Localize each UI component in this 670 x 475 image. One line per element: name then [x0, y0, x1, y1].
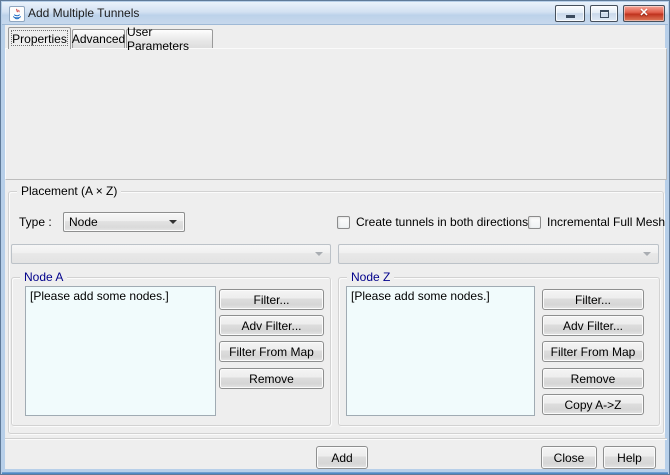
- tab-properties[interactable]: Properties: [8, 27, 71, 49]
- placement-select-a[interactable]: [11, 244, 331, 264]
- minimize-icon: [565, 15, 575, 18]
- maximize-button[interactable]: [590, 5, 618, 22]
- node-a-filter-button[interactable]: Filter...: [219, 289, 324, 310]
- java-icon: [9, 6, 25, 22]
- placement-type-select[interactable]: Node: [63, 212, 185, 232]
- minimize-button[interactable]: [555, 5, 585, 22]
- close-dialog-button[interactable]: Close: [541, 446, 597, 469]
- close-button[interactable]: ✕: [623, 5, 665, 22]
- node-z-remove-button[interactable]: Remove: [542, 368, 644, 389]
- maximize-icon: [599, 9, 609, 18]
- incremental-full-mesh-label: Incremental Full Mesh: [547, 215, 666, 229]
- add-button[interactable]: Add: [316, 446, 368, 469]
- tab-user-parameters-label: User Parameters: [127, 25, 190, 53]
- chevron-down-icon: [315, 252, 323, 256]
- incremental-full-mesh-checkbox[interactable]: [528, 216, 541, 229]
- node-z-filter-button[interactable]: Filter...: [542, 289, 644, 310]
- close-icon: ✕: [639, 7, 649, 19]
- tab-advanced-label: Advanced: [71, 32, 126, 46]
- node-a-adv-filter-button[interactable]: Adv Filter...: [219, 315, 324, 336]
- node-z-adv-filter-button[interactable]: Adv Filter...: [542, 315, 644, 336]
- node-a-remove-button[interactable]: Remove: [219, 368, 324, 389]
- title-bar[interactable]: Add Multiple Tunnels ✕: [2, 2, 668, 25]
- help-button[interactable]: Help: [603, 446, 656, 469]
- node-z-title: Node Z: [347, 270, 395, 285]
- create-both-directions-label: Create tunnels in both directions: [356, 215, 529, 229]
- placement-type-value: Node: [69, 215, 98, 229]
- node-z-filter-from-map-button[interactable]: Filter From Map: [542, 341, 644, 362]
- footer-separator: [5, 438, 667, 440]
- node-a-title: Node A: [20, 270, 68, 285]
- chevron-down-icon: [169, 220, 177, 224]
- create-both-directions-checkbox[interactable]: [337, 216, 350, 229]
- tab-advanced[interactable]: Advanced: [72, 29, 125, 48]
- add-multiple-tunnels-dialog: Add Multiple Tunnels ✕ Properties Advanc…: [0, 0, 670, 475]
- node-a-filter-from-map-button[interactable]: Filter From Map: [219, 341, 324, 362]
- window-title: Add Multiple Tunnels: [28, 6, 140, 20]
- node-a-list[interactable]: [Please add some nodes.]: [25, 286, 216, 416]
- tab-focus-ring: [11, 30, 68, 46]
- node-z-copy-az-button[interactable]: Copy A->Z: [542, 394, 644, 415]
- node-z-list[interactable]: [Please add some nodes.]: [346, 286, 535, 416]
- placement-select-z[interactable]: [338, 244, 659, 264]
- tab-user-parameters[interactable]: User Parameters: [126, 25, 213, 53]
- placement-title: Placement (A × Z): [17, 184, 122, 199]
- placement-type-label: Type :: [19, 215, 52, 229]
- chevron-down-icon: [643, 252, 651, 256]
- tab-content-pane: [5, 48, 667, 180]
